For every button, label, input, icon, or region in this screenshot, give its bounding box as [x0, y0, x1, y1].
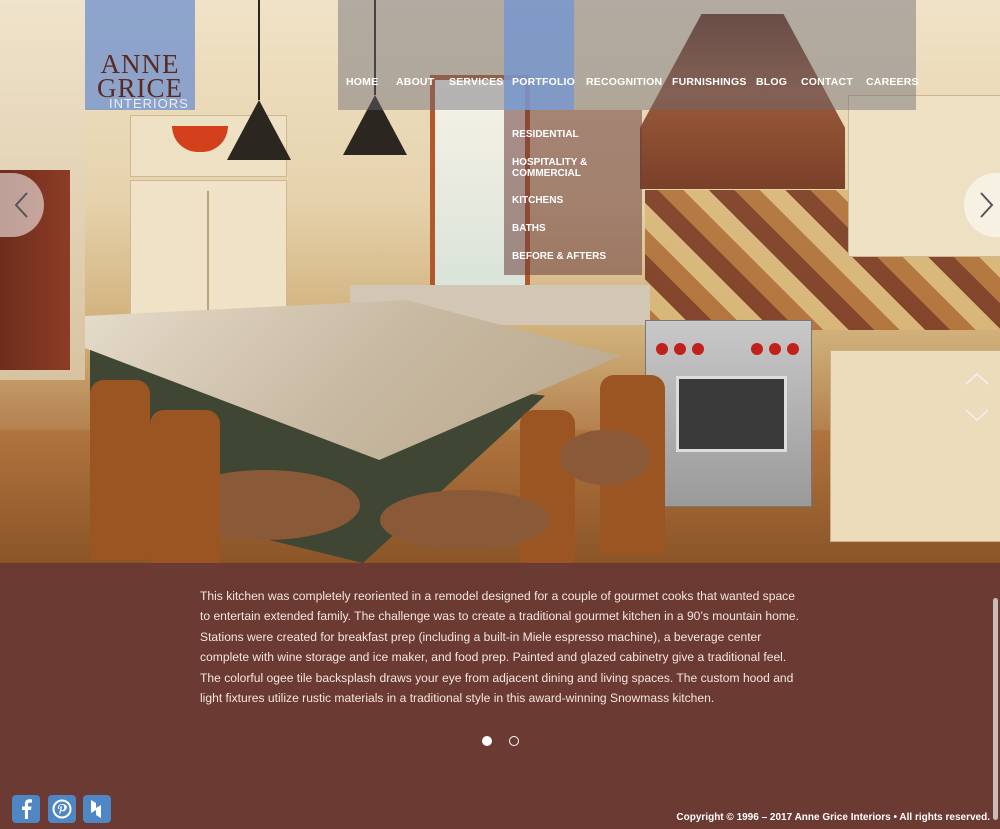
scene-fridge [130, 180, 287, 327]
nav-item-home[interactable]: HOME [346, 76, 378, 88]
dropdown-item-kitchens[interactable]: KITCHENS [512, 195, 563, 206]
slider-dot-1[interactable] [482, 736, 492, 746]
project-description: This kitchen was completely reoriented i… [200, 589, 799, 706]
pendant-lamp [227, 100, 291, 160]
main-nav [338, 0, 916, 110]
scene-range [645, 320, 812, 507]
slider-dot-2[interactable] [509, 736, 519, 746]
chevron-up-icon [965, 372, 989, 385]
scene-right-cabinet [848, 95, 1000, 257]
scene-stool [90, 380, 150, 560]
scene-stool-seat [380, 490, 550, 550]
pinterest-icon[interactable] [48, 795, 76, 823]
scroll-down-button[interactable] [958, 403, 996, 427]
scene-stool [150, 410, 220, 563]
nav-active-highlight [504, 0, 574, 110]
scene-stool-seat [560, 430, 650, 485]
scene-stool [520, 410, 575, 563]
scrollbar[interactable] [993, 598, 998, 820]
dropdown-item-residential[interactable]: RESIDENTIAL [512, 129, 579, 140]
facebook-icon[interactable] [12, 795, 40, 823]
dropdown-item-before-afters[interactable]: BEFORE & AFTERS [512, 251, 606, 262]
houzz-icon[interactable] [83, 795, 111, 823]
nav-item-about[interactable]: ABOUT [396, 76, 434, 88]
scroll-up-button[interactable] [958, 367, 996, 391]
copyright-text: Copyright © 1996 – 2017 Anne Grice Inter… [676, 812, 990, 823]
logo-name: ANNE GRICE [97, 49, 183, 103]
slider-dots [482, 736, 532, 748]
dropdown-item-hospitality[interactable]: HOSPITALITY & COMMERCIAL [512, 157, 587, 179]
chevron-down-icon [965, 409, 989, 422]
nav-item-blog[interactable]: BLOG [756, 76, 787, 88]
chevron-right-icon [980, 192, 994, 218]
logo-subtitle: INTERIORS [109, 96, 189, 111]
nav-item-careers[interactable]: CAREERS [866, 76, 919, 88]
nav-item-portfolio[interactable]: PORTFOLIO [512, 76, 575, 88]
nav-item-furnishings[interactable]: FURNISHINGS [672, 76, 747, 88]
dropdown-label: HOSPITALITY & [512, 157, 588, 168]
portfolio-dropdown: RESIDENTIAL HOSPITALITY & COMMERCIAL KIT… [504, 110, 642, 275]
chevron-left-icon [14, 192, 28, 218]
site-logo[interactable]: ANNE GRICE INTERIORS [85, 0, 195, 111]
nav-item-recognition[interactable]: RECOGNITION [586, 76, 662, 88]
nav-item-services[interactable]: SERVICES [449, 76, 504, 88]
dropdown-item-baths[interactable]: BATHS [512, 223, 546, 234]
nav-item-contact[interactable]: CONTACT [801, 76, 853, 88]
dropdown-label: COMMERCIAL [512, 168, 581, 179]
